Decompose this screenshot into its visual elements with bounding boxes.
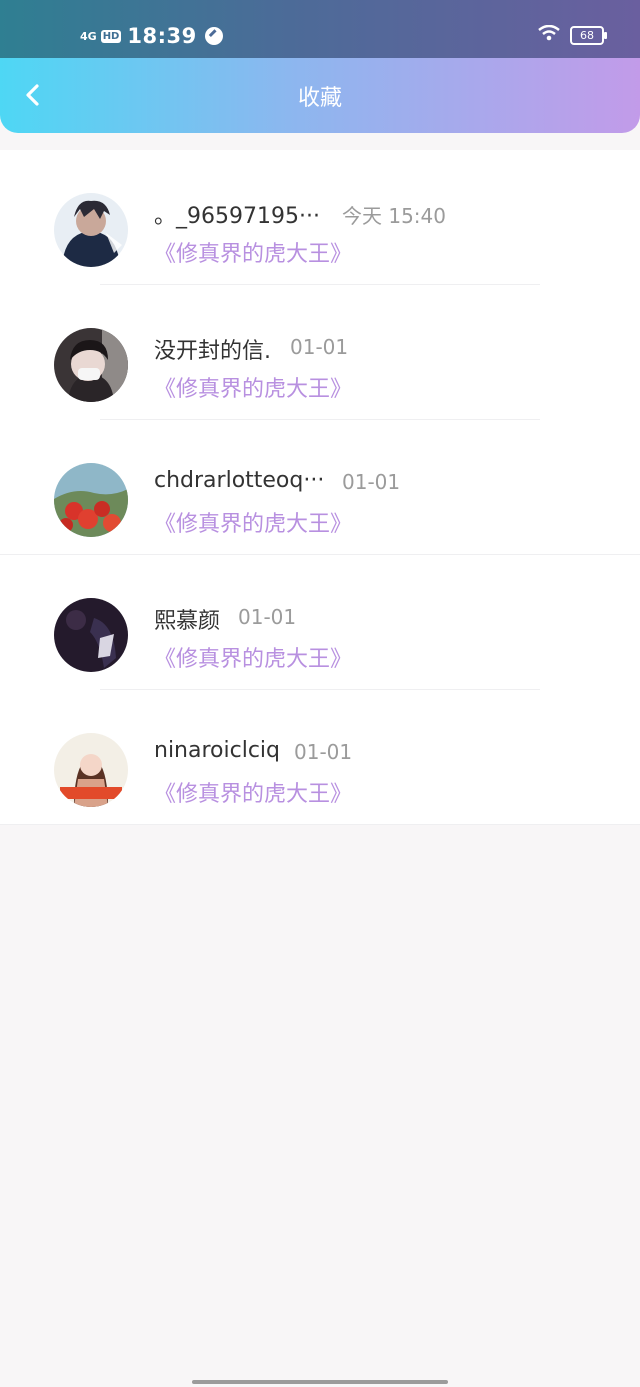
timestamp: 01-01 [294, 740, 353, 764]
book-title[interactable]: 《修真界的虎大王》 [154, 371, 352, 403]
avatar [54, 193, 128, 267]
status-right: 68 [538, 24, 607, 46]
favorites-list: 。_96597195··· 今天 15:40 《修真界的虎大王》 没开封的信. … [0, 150, 640, 825]
signal-icon: 4G [80, 29, 97, 43]
book-title[interactable]: 《修真界的虎大王》 [154, 236, 352, 268]
page-title: 收藏 [297, 86, 342, 111]
home-indicator[interactable] [192, 1380, 448, 1384]
compass-icon [204, 27, 223, 45]
status-time: 18:39 [127, 24, 197, 48]
user-name: chdrarlotteoq··· [154, 468, 325, 493]
divider [0, 824, 640, 825]
timestamp: 今天 15:40 [342, 204, 446, 228]
list-item[interactable]: 。_96597195··· 今天 15:40 《修真界的虎大王》 [0, 150, 640, 285]
list-item[interactable]: 没开封的信. 01-01 《修真界的虎大王》 [0, 285, 640, 420]
battery-icon: 68 [570, 26, 607, 45]
timestamp: 01-01 [290, 335, 349, 359]
user-name: 。_96597195··· [154, 204, 320, 229]
user-name: ninaroiclciq [154, 738, 280, 763]
list-item[interactable]: ninaroiclciq 01-01 《修真界的虎大王》 [0, 690, 640, 825]
list-item[interactable]: chdrarlotteoq··· 01-01 《修真界的虎大王》 [0, 420, 640, 555]
status-bar: 4G HD 18:39 68 [0, 0, 640, 60]
avatar [54, 733, 128, 807]
book-title[interactable]: 《修真界的虎大王》 [154, 506, 352, 538]
user-name: 没开封的信. [154, 339, 271, 364]
book-title[interactable]: 《修真界的虎大王》 [154, 641, 352, 673]
list-item[interactable]: 熙慕颜 01-01 《修真界的虎大王》 [0, 555, 640, 690]
avatar [54, 598, 128, 672]
status-left: 4G HD 18:39 [80, 22, 223, 50]
book-title[interactable]: 《修真界的虎大王》 [154, 776, 352, 808]
avatar [54, 463, 128, 537]
header-bar: 收藏 [0, 58, 640, 133]
timestamp: 01-01 [238, 605, 297, 629]
user-name: 熙慕颜 [154, 609, 221, 634]
wifi-icon [538, 24, 560, 46]
avatar [54, 328, 128, 402]
hd-badge: HD [100, 29, 122, 43]
timestamp: 01-01 [342, 470, 401, 494]
